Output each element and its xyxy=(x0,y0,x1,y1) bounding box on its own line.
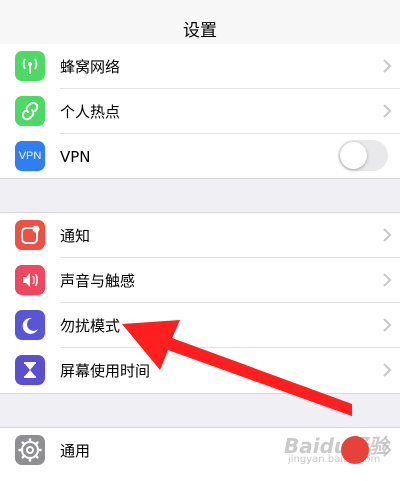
chevron-right-icon xyxy=(383,363,392,377)
page-title: 设置 xyxy=(183,20,217,41)
settings-row-label: 通知 xyxy=(60,227,91,245)
baidu-watermark: Baidu经验 jingyan.baidu.com xyxy=(280,428,400,468)
settings-row-label: 屏幕使用时间 xyxy=(60,362,151,380)
settings-row-label: VPN xyxy=(60,147,91,166)
vpn-toggle[interactable] xyxy=(338,140,388,171)
settings-row-label: 声音与触感 xyxy=(60,272,136,290)
settings-row-notifications[interactable]: 通知 xyxy=(0,213,400,258)
moon-icon xyxy=(15,310,45,340)
settings-row-sounds[interactable]: 声音与触感 xyxy=(0,258,400,303)
chevron-right-icon xyxy=(383,273,392,287)
settings-row-label: 个人热点 xyxy=(60,103,121,121)
chevron-right-icon xyxy=(383,59,392,73)
gear-icon xyxy=(15,435,45,465)
red-badge xyxy=(341,436,369,464)
chevron-right-icon xyxy=(383,318,392,332)
vpn-icon: VPN xyxy=(15,141,45,171)
settings-row-label: 蜂窝网络 xyxy=(60,58,121,76)
chevron-right-icon xyxy=(383,228,392,242)
settings-row-do-not-disturb[interactable]: 勿扰模式 xyxy=(0,303,400,348)
speaker-icon xyxy=(15,265,45,295)
notification-icon xyxy=(15,220,45,250)
settings-row-hotspot[interactable]: 个人热点 xyxy=(0,89,400,134)
vpn-icon-text: VPN xyxy=(18,150,42,162)
toggle-knob xyxy=(340,142,367,169)
settings-row-label: 通用 xyxy=(60,442,91,460)
cellular-antenna-icon xyxy=(15,51,45,81)
settings-group-notifications: 通知 声音与触感 勿扰模式 屏幕使用时间 xyxy=(0,212,400,394)
settings-row-screen-time[interactable]: 屏幕使用时间 xyxy=(0,348,400,393)
settings-row-vpn: VPN VPN xyxy=(0,134,400,179)
hourglass-icon xyxy=(15,355,45,385)
settings-row-label: 勿扰模式 xyxy=(60,317,121,335)
hotspot-link-icon xyxy=(15,96,45,126)
settings-row-cellular[interactable]: 蜂窝网络 xyxy=(0,44,400,89)
settings-group-network: 蜂窝网络 个人热点 VPN VPN xyxy=(0,44,400,179)
chevron-right-icon xyxy=(383,104,392,118)
